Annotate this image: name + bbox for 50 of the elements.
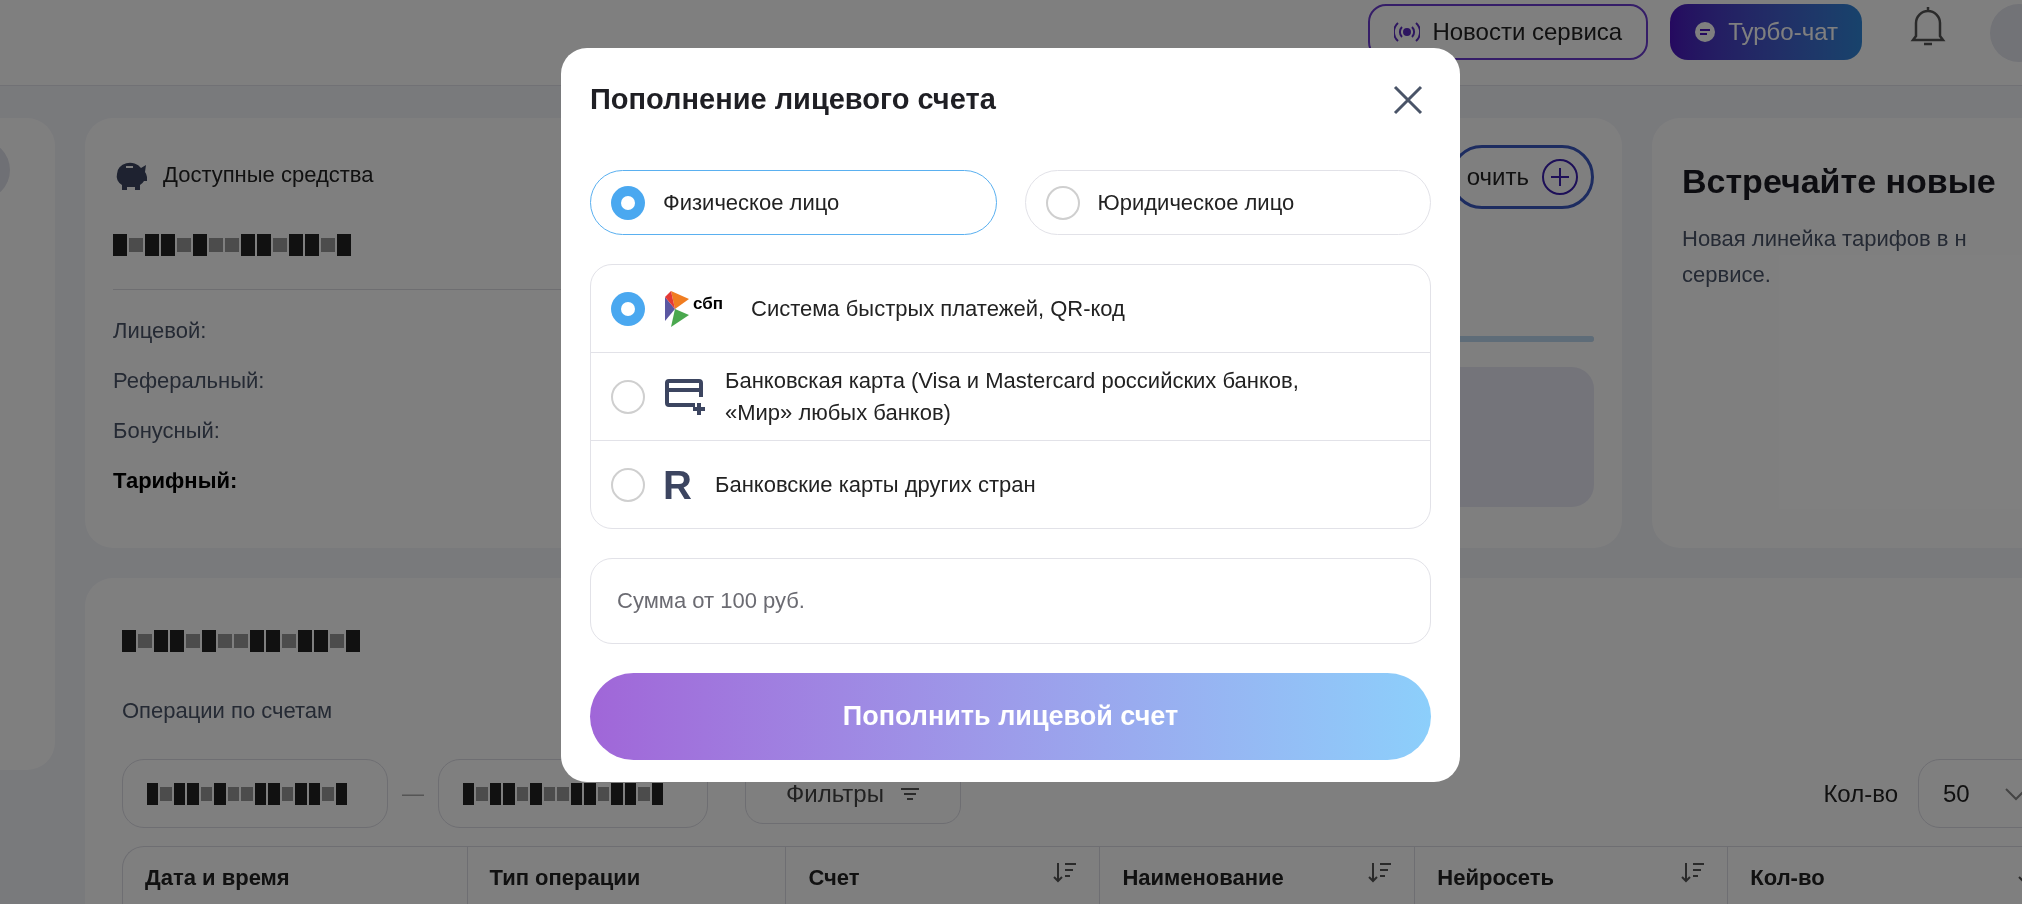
page-size-label: Кол-во	[1823, 778, 1898, 809]
payment-method-label: Система быстрых платежей, QR-код	[751, 294, 1125, 323]
submit-button[interactable]: Пополнить лицевой счет	[590, 673, 1431, 760]
sort-icon[interactable]	[1681, 861, 1706, 883]
column-header[interactable]: Счет	[786, 847, 1101, 904]
plus-circle-icon	[1541, 158, 1579, 196]
radio-button[interactable]	[611, 467, 645, 502]
promo-text: Новая линейка тарифов в н	[1682, 225, 1968, 253]
sort-icon[interactable]	[1053, 861, 1078, 883]
payment-method-option[interactable]: Банковская карта (Visa и Mastercard российских банков, «Мир» любых банков)	[591, 352, 1430, 440]
date-separator: —	[402, 780, 424, 808]
radio-button[interactable]	[611, 185, 645, 220]
news-button[interactable]: Новости сервиса	[1368, 4, 1649, 60]
close-icon[interactable]	[1393, 85, 1423, 115]
chevron-down-icon	[2004, 786, 2022, 801]
sort-icon[interactable]	[1368, 861, 1393, 883]
radio-button[interactable]	[1045, 185, 1080, 220]
date-field[interactable]	[122, 759, 388, 828]
chat-icon	[1694, 21, 1717, 43]
promo-text: сервисе.	[1682, 261, 1772, 289]
chat-button[interactable]: Турбо-чат	[1670, 4, 1862, 60]
account-label: Тарифный:	[113, 467, 238, 495]
column-header[interactable]: Тип операции	[467, 847, 787, 904]
payment-method-option[interactable]: R Банковские карты других стран	[591, 440, 1430, 528]
promo-title: Встречайте новые	[1682, 161, 1997, 202]
filter-lines-icon	[899, 786, 920, 801]
date-field[interactable]	[438, 759, 708, 828]
column-header[interactable]: Нейросеть	[1415, 847, 1729, 904]
dialog-title: Пополнение лицевого счета	[590, 82, 996, 118]
column-header[interactable]: Дата и время	[123, 847, 468, 904]
column-header[interactable]: Наименование	[1100, 847, 1416, 904]
bell-icon[interactable]	[1908, 4, 1948, 48]
payment-method-option[interactable]: сбп Система быстрых платежей, QR-код	[591, 265, 1430, 352]
radio-button[interactable]	[611, 291, 645, 326]
column-header[interactable]: Кол-во	[1728, 847, 2022, 904]
account-label: Бонусный:	[113, 417, 220, 445]
account-label: Реферальный:	[113, 367, 265, 395]
card-title: Доступные средства	[163, 161, 374, 189]
letter-icon: R	[663, 464, 697, 505]
triangle-logo-icon	[663, 290, 691, 327]
page-size-select[interactable]: 50	[1918, 759, 2022, 828]
card-plus-icon	[663, 376, 707, 417]
payment-method-label: Банковская карта (Visa и Mastercard российских банков, «Мир» любых банков)	[725, 366, 1300, 427]
broadcast-icon	[1394, 20, 1421, 44]
payment-method-label: Банковские карты других стран	[715, 470, 1036, 499]
account-label: Лицевой:	[113, 317, 207, 345]
amount-field[interactable]: Сумма от 100 руб.	[590, 558, 1431, 644]
logo-wordmark: сбп	[693, 294, 723, 312]
radio-button[interactable]	[611, 379, 645, 414]
section-subtitle: Операции по счетам	[122, 697, 333, 725]
